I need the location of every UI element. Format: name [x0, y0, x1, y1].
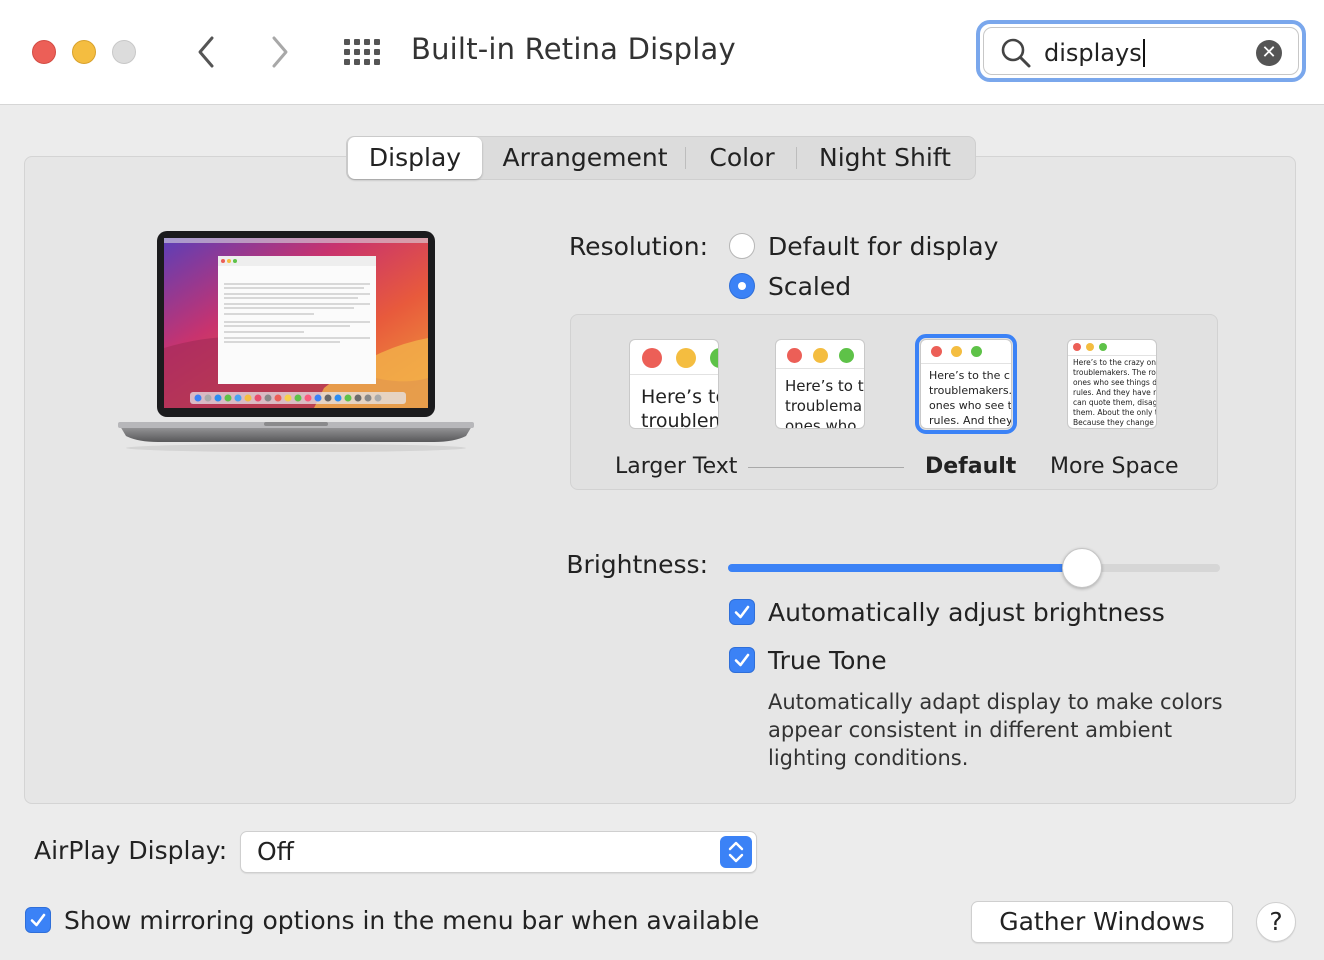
airplay-label: AirPlay Display:: [34, 836, 228, 865]
laptop-illustration: [118, 231, 474, 452]
help-button[interactable]: ?: [1256, 902, 1296, 942]
scale-divider: [748, 467, 904, 468]
minimize-button[interactable]: [72, 40, 96, 64]
radio-scaled[interactable]: [729, 273, 755, 299]
checkmark-icon: [734, 653, 750, 667]
resolution-label: Resolution:: [568, 232, 708, 261]
tab-color[interactable]: Color: [695, 137, 789, 179]
chevron-left-icon: [198, 36, 214, 68]
tab-bar: Display Arrangement Color Night Shift: [346, 136, 976, 180]
thumb-preview-text: Here’s to the crazy one troublemakers. T…: [1073, 358, 1157, 427]
grid-icon[interactable]: [343, 38, 381, 66]
radio-default-for-display[interactable]: [729, 233, 755, 259]
option-default-for-display[interactable]: Default for display: [768, 232, 998, 261]
search-field[interactable]: displays ✕: [976, 20, 1306, 82]
scale-option-default[interactable]: Here’s to the cr troublemakers. ones who…: [915, 334, 1017, 434]
thumb-preview-text: Here’s to troublem: [641, 386, 719, 429]
gather-windows-button[interactable]: Gather Windows: [971, 901, 1233, 943]
zoom-button[interactable]: [112, 40, 136, 64]
brightness-label: Brightness:: [566, 550, 708, 579]
thumb-preview-text: Here’s to t troublema ones who: [785, 377, 864, 429]
back-button[interactable]: [186, 30, 226, 74]
larger-text-label: Larger Text: [615, 454, 738, 479]
forward-button[interactable]: [260, 30, 300, 74]
auto-brightness-label[interactable]: Automatically adjust brightness: [768, 598, 1165, 627]
clear-icon[interactable]: ✕: [1256, 40, 1282, 66]
updown-chevron-icon: [720, 836, 752, 868]
true-tone-description: Automatically adapt display to make colo…: [768, 690, 1223, 770]
brightness-slider-fill: [728, 564, 1082, 572]
checkmark-icon: [734, 605, 750, 619]
search-input[interactable]: displays: [1044, 39, 1145, 67]
airplay-value: Off: [257, 837, 294, 866]
option-scaled[interactable]: Scaled: [768, 272, 851, 301]
window-title: Built-in Retina Display: [411, 32, 736, 66]
chevron-right-icon: [272, 36, 288, 68]
search-icon: [1001, 38, 1031, 68]
true-tone-label[interactable]: True Tone: [768, 646, 887, 675]
scale-option-2[interactable]: Here’s to t troublema ones who: [775, 339, 865, 429]
brightness-slider-knob[interactable]: [1062, 548, 1102, 588]
scale-option-larger-text[interactable]: Here’s to troublem: [629, 339, 719, 429]
more-space-label: More Space: [1050, 454, 1179, 479]
scale-option-more-space[interactable]: Here’s to the crazy one troublemakers. T…: [1067, 339, 1157, 429]
tab-night-shift[interactable]: Night Shift: [807, 137, 963, 179]
true-tone-checkbox[interactable]: [729, 647, 755, 673]
tab-arrangement[interactable]: Arrangement: [495, 137, 675, 179]
airplay-select[interactable]: Off: [240, 831, 757, 873]
thumb-preview-text: Here’s to the cr troublemakers. ones who…: [929, 369, 1012, 427]
auto-brightness-checkbox[interactable]: [729, 599, 755, 625]
mirroring-label[interactable]: Show mirroring options in the menu bar w…: [64, 906, 759, 935]
checkmark-icon: [30, 913, 46, 927]
default-scale-label: Default: [925, 454, 1017, 479]
close-button[interactable]: [32, 40, 56, 64]
title-bar: Built-in Retina Display displays ✕: [0, 0, 1324, 105]
tab-display[interactable]: Display: [348, 137, 482, 179]
mirroring-checkbox[interactable]: [25, 907, 51, 933]
brightness-slider[interactable]: [728, 548, 1220, 588]
